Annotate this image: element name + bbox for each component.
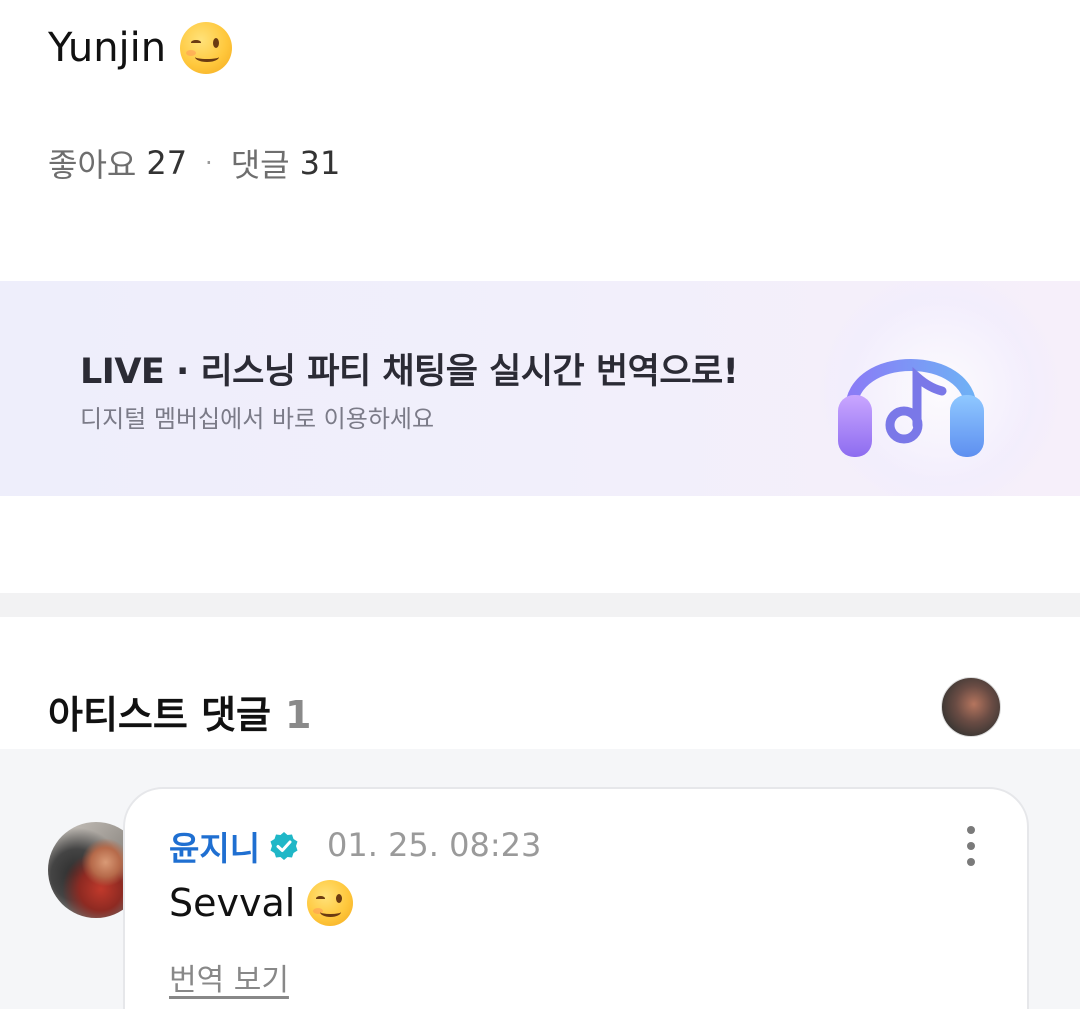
artist-comments-count: 1 [285,693,312,737]
comment-author[interactable]: 윤지니 [169,822,300,870]
artist-avatar-small[interactable] [941,677,1001,737]
comments-count: 31 [299,144,341,182]
verified-badge-icon [270,832,298,860]
post-detail-page: Yunjin 좋아요 27 · 댓글 31 LIVE · 리스닝 파티 채팅을 … [0,0,1080,1009]
banner-subtitle: 디지털 멤버십에서 바로 이용하세요 [80,405,435,433]
post-text: Yunjin [48,25,167,71]
section-divider [0,593,1080,617]
stats-separator: · [205,149,213,177]
comment-text: Sevval [169,881,296,925]
comment-timestamp: 01. 25. 08:23 [327,826,542,864]
comments-label: 댓글 [230,146,290,184]
winking-face-emoji-icon [307,880,354,926]
post-stats: 좋아요 27 · 댓글 31 [48,140,340,186]
post-body: Yunjin [48,20,233,76]
headphone-music-icon [838,359,984,457]
translate-link[interactable]: 번역 보기 [169,955,289,999]
likes-count: 27 [146,144,188,182]
artist-comments-header: 아티스트 댓글 1 [48,684,311,739]
more-vertical-icon[interactable] [956,826,986,866]
banner-title: LIVE · 리스닝 파티 채팅을 실시간 번역으로! [80,352,739,392]
artist-comments-title: 아티스트 댓글 [48,693,271,737]
comment-author-name[interactable]: 윤지니 [169,822,260,870]
live-translation-banner[interactable]: LIVE · 리스닝 파티 채팅을 실시간 번역으로! 디지털 멤버십에서 바로… [0,281,1080,496]
comment-body: Sevval [169,880,354,926]
winking-face-emoji-icon [180,22,233,74]
likes-label: 좋아요 [48,146,137,184]
